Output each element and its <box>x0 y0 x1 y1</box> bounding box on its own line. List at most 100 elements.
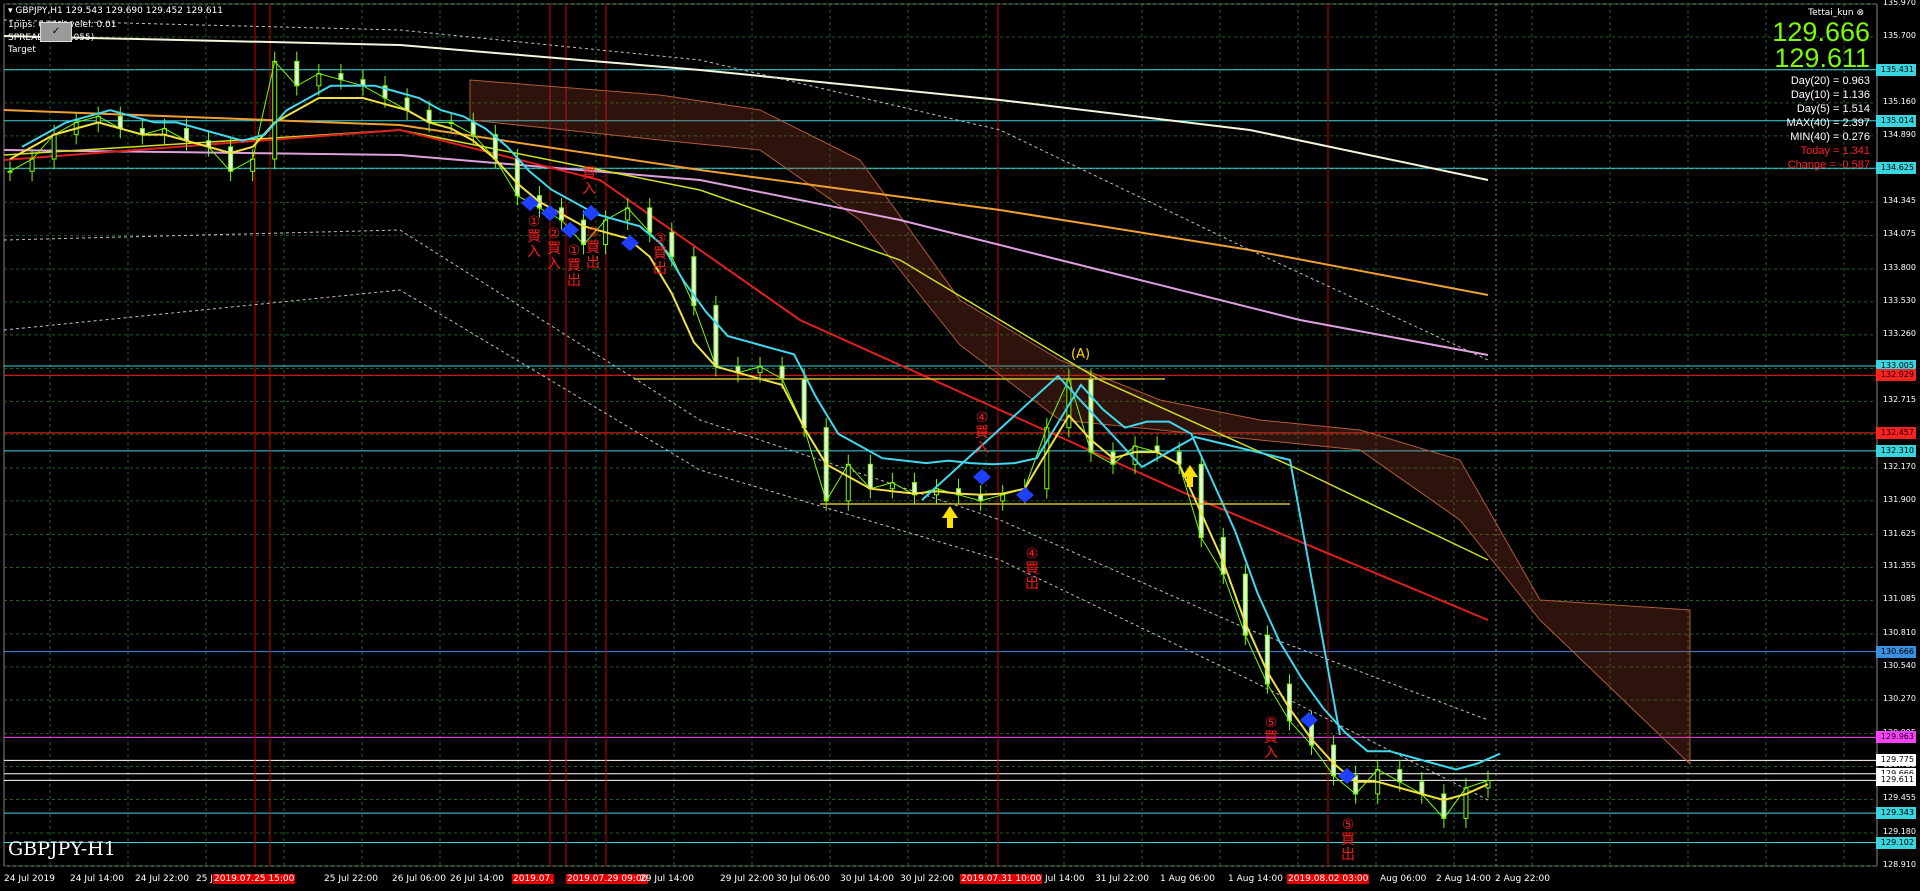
candle-body <box>183 128 189 142</box>
symbol-ohlc-text: GBPJPY,H1 129.543 129.690 129.452 129.61… <box>15 6 224 16</box>
candle-body <box>845 463 851 502</box>
candle-body <box>51 134 57 160</box>
candle-body <box>867 463 873 490</box>
trade-annotation-label: ④ 買 入 <box>975 410 989 456</box>
trade-annotation-label: ① 買 出 <box>567 243 581 289</box>
plot-frame <box>3 3 1878 867</box>
signal-arrow-icon <box>541 205 559 221</box>
candle-body <box>338 73 344 81</box>
candle-body <box>250 158 256 172</box>
price-tick-label: 133.800 <box>1882 262 1916 272</box>
time-tick-label: 24 Jul 14:00 <box>70 874 124 884</box>
candle-body <box>272 60 278 160</box>
candle-body <box>779 366 785 380</box>
ema-fast-line <box>9 97 1489 802</box>
price-level-tag: 129.611 <box>1876 774 1916 787</box>
time-tick-label: 24 Jul 22:00 <box>135 874 189 884</box>
time-tick-label: 2019.07.31 10:00 <box>960 874 1043 884</box>
volatility-stat: Day(10) = 1.136 <box>1790 89 1870 101</box>
candle-body <box>1198 463 1204 539</box>
price-tick-label: 135.970 <box>1882 0 1916 7</box>
candle-body <box>1264 634 1270 685</box>
time-tick-label: Aug 06:00 <box>1380 874 1427 884</box>
candle-body <box>1044 427 1050 490</box>
up-arrow-icon <box>942 506 958 528</box>
time-tick-label: 30 Jul 06:00 <box>776 874 830 884</box>
candle-body <box>470 121 476 136</box>
time-tick-label: 30 Jul 14:00 <box>840 874 894 884</box>
candle-body <box>29 158 35 172</box>
time-tick-label: 25 J <box>196 874 213 884</box>
symbol-timeframe-label: GBPJPY-H1 <box>8 838 116 860</box>
candle-body <box>316 73 322 87</box>
price-tick-label: 131.900 <box>1882 494 1916 504</box>
price-tick-label: 132.715 <box>1882 395 1916 405</box>
candle-body <box>1419 781 1425 795</box>
trade-annotation-label: ④ 買 出 <box>1025 546 1039 592</box>
candle-body <box>1397 769 1403 783</box>
volatility-stat: Day(20) = 0.963 <box>1790 75 1870 87</box>
price-chart[interactable] <box>0 0 1920 891</box>
trade-annotation-label: ② 買 出 <box>586 225 600 271</box>
time-tick-label: 26 Jul 14:00 <box>450 874 504 884</box>
ask-price: 129.666 <box>1772 17 1870 47</box>
price-tick-label: 134.890 <box>1882 129 1916 139</box>
trade-annotation-label: ⑤ 買 出 <box>1341 817 1355 863</box>
price-level-tag: 129.963 <box>1876 731 1916 744</box>
volatility-stat: Day(5) = 1.514 <box>1796 103 1870 115</box>
trade-annotation-label: ⑤ 買 入 <box>1264 715 1278 761</box>
price-level-tag: 129.343 <box>1876 807 1916 820</box>
time-tick-label: 24 Jul 2019 <box>4 874 55 884</box>
time-tick-label: 2 Aug 14:00 <box>1436 874 1491 884</box>
price-tick-label: 132.170 <box>1882 461 1916 471</box>
price-tick-label: 133.530 <box>1882 295 1916 305</box>
trade-annotation-label: ① 買 入 <box>527 214 541 260</box>
time-tick-label: 2019.08.02 03:00 <box>1287 874 1370 884</box>
time-tick-label: 29 Jul 14:00 <box>640 874 694 884</box>
candle-body <box>1353 775 1359 795</box>
time-tick-label: 31 Jul 22:00 <box>1095 874 1149 884</box>
price-level-tag: 130.666 <box>1876 645 1916 658</box>
time-tick-label: 2019.07.25 15:00 <box>213 874 296 884</box>
point-a-label: (A) <box>1071 347 1091 362</box>
time-tick-label: Jul 14:00 <box>1045 874 1085 884</box>
price-level-tag: 129.775 <box>1876 754 1916 767</box>
candle-body <box>228 146 234 172</box>
candle-body <box>514 158 520 197</box>
candle-body <box>801 378 807 429</box>
price-level-tag: 134.625 <box>1876 162 1916 175</box>
target-info: Target <box>8 45 36 55</box>
time-tick-label: 2019.07. <box>512 874 555 884</box>
trade-annotation-label: 買 入 <box>582 166 596 197</box>
time-tick-label: 2 Aug 22:00 <box>1495 874 1550 884</box>
time-tick-label: 2019.07.29 09:00 <box>566 874 649 884</box>
price-tick-label: 135.700 <box>1882 30 1916 40</box>
volatility-stat: MAX(40) = 2.397 <box>1786 117 1870 129</box>
price-tick-label: 131.085 <box>1882 594 1916 604</box>
menu-triangle-icon[interactable]: ▾ <box>8 6 13 16</box>
price-level-tag: 135.014 <box>1876 114 1916 127</box>
candle-body <box>669 231 675 258</box>
checkmark-button[interactable]: ✓ <box>40 22 72 42</box>
price-tick-label: 130.270 <box>1882 693 1916 703</box>
candle-body <box>1441 793 1447 819</box>
candle-body <box>713 305 719 368</box>
price-tick-label: 134.345 <box>1882 196 1916 206</box>
candle-body <box>1286 683 1292 722</box>
price-tick-label: 134.075 <box>1882 229 1916 239</box>
chart-header-symbol: ▾ GBPJPY,H1 129.543 129.690 129.452 129.… <box>8 6 223 17</box>
price-tick-label: 131.625 <box>1882 528 1916 538</box>
candle-body <box>647 207 653 233</box>
signal-arrow-icon <box>521 195 539 211</box>
price-tick-label: 129.455 <box>1882 793 1916 803</box>
price-level-tag: 132.929 <box>1876 369 1916 382</box>
candle-body <box>294 60 300 87</box>
candle-body <box>404 97 410 111</box>
ma-100-line <box>3 129 1489 561</box>
ichimoku-cloud <box>469 79 1691 766</box>
price-level-tag: 129.102 <box>1876 836 1916 849</box>
candle-body <box>1000 494 1006 502</box>
price-level-tag: 132.310 <box>1876 444 1916 457</box>
volatility-stat: Today = 1.341 <box>1800 145 1870 157</box>
time-tick-label: 29 Jul 22:00 <box>720 874 774 884</box>
